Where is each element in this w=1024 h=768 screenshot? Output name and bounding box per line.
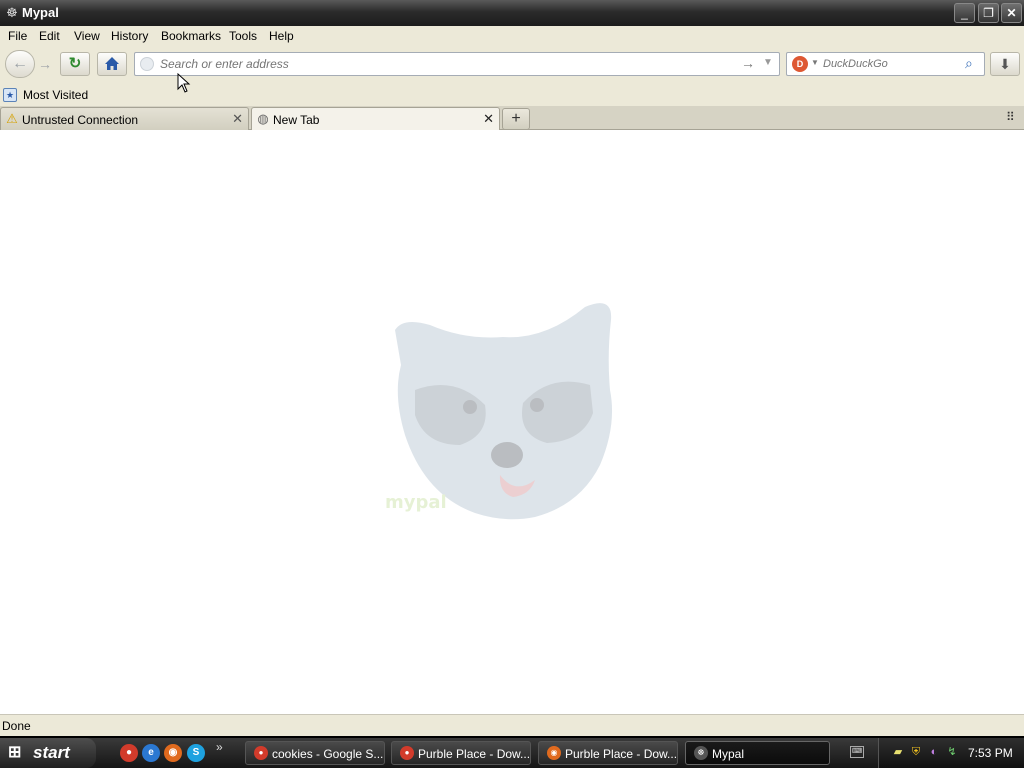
tab-close-icon[interactable]: ✕ xyxy=(483,111,494,127)
bookmark-most-visited[interactable]: ★ Most Visited xyxy=(3,87,88,103)
menu-help[interactable]: Help xyxy=(269,29,294,43)
mypal-logo-icon: ☸ xyxy=(6,5,18,20)
menu-bookmarks[interactable]: Bookmarks xyxy=(161,29,221,43)
chrome-icon: ● xyxy=(400,746,414,760)
keyboard-icon[interactable]: ⌨ xyxy=(850,746,864,758)
raccoon-logo: mypal xyxy=(385,303,613,520)
taskbar-item-cookies[interactable]: ● cookies - Google S... xyxy=(245,741,385,765)
back-button[interactable]: ← xyxy=(5,50,35,78)
tab-close-icon[interactable]: ✕ xyxy=(232,111,243,127)
plus-icon: + xyxy=(511,110,521,127)
chrome-icon: ● xyxy=(254,746,268,760)
go-arrow-icon[interactable]: → xyxy=(741,55,755,71)
close-button[interactable]: ✕ xyxy=(1001,3,1022,23)
back-arrow-icon: ← xyxy=(12,55,28,72)
windows-flag-icon: ⊞ xyxy=(8,744,22,761)
menu-view[interactable]: View xyxy=(74,29,100,43)
mypal-icon: ☸ xyxy=(694,746,708,760)
reload-icon: ↻ xyxy=(68,55,82,72)
shield-icon[interactable]: ⛨ xyxy=(909,745,923,759)
system-tray: ▰ ⛨ ◐ ↯ 7:53 PM xyxy=(878,738,1024,768)
bookmark-label: Most Visited xyxy=(23,88,89,102)
ie-icon[interactable]: e xyxy=(142,744,160,762)
tab-label: Untrusted Connection xyxy=(22,113,139,127)
window-title: Mypal xyxy=(22,5,59,20)
task-label: Purble Place - Dow... xyxy=(565,747,678,761)
globe-icon: ◍ xyxy=(257,111,269,126)
network-icon[interactable]: ◐ xyxy=(927,745,941,759)
address-bar[interactable]: → ▼ xyxy=(134,52,780,76)
quicklaunch-chevron-icon[interactable]: » xyxy=(216,740,223,754)
history-dropdown-icon[interactable]: ▼ xyxy=(763,57,773,68)
start-button[interactable]: ⊞ start xyxy=(0,738,96,768)
menu-file[interactable]: File xyxy=(8,29,27,43)
search-icon[interactable]: ⌕ xyxy=(965,55,973,72)
svg-text:mypal: mypal xyxy=(385,492,447,513)
address-input[interactable] xyxy=(160,56,735,72)
taskbar-item-purble-firefox[interactable]: ◉ Purble Place - Dow... xyxy=(538,741,678,765)
tab-label: New Tab xyxy=(273,113,320,127)
status-text: Done xyxy=(2,719,31,733)
download-arrow-icon: ⬇ xyxy=(999,56,1011,72)
search-bar[interactable]: D ▼ ⌕ xyxy=(786,52,985,76)
warning-icon: ⚠ xyxy=(6,111,18,126)
menu-edit[interactable]: Edit xyxy=(39,29,60,43)
minimize-button[interactable]: _ xyxy=(954,3,975,23)
update-icon[interactable]: ↯ xyxy=(945,745,959,759)
clock[interactable]: 7:53 PM xyxy=(968,746,1013,760)
title-bar: ☸ Mypal _ ❐ ✕ xyxy=(0,0,1024,26)
site-identity-icon[interactable] xyxy=(140,57,154,71)
firefox-icon: ◉ xyxy=(547,746,561,760)
bookmarks-toolbar: ★ Most Visited xyxy=(0,84,1024,106)
new-tab-button[interactable]: + xyxy=(502,108,530,130)
taskbar: ⊞ start ● e ◉ S » ● cookies - Google S..… xyxy=(0,738,1024,768)
start-label: start xyxy=(33,743,70,762)
skype-icon[interactable]: S xyxy=(187,744,205,762)
forward-arrow-icon: → xyxy=(38,56,52,72)
firefox-icon[interactable]: ◉ xyxy=(164,744,182,762)
mouse-cursor-icon xyxy=(177,73,191,93)
search-input[interactable] xyxy=(823,56,963,72)
forward-button[interactable]: → xyxy=(34,54,56,74)
page-content: mypal xyxy=(0,130,1024,714)
task-label: Mypal xyxy=(712,747,745,761)
restore-button[interactable]: ❐ xyxy=(978,3,999,23)
taskbar-item-mypal[interactable]: ☸ Mypal xyxy=(685,741,830,765)
notes-icon[interactable]: ▰ xyxy=(891,745,905,759)
duckduckgo-icon[interactable]: D xyxy=(792,56,808,72)
status-bar: Done xyxy=(0,714,1024,736)
menu-bar: File Edit View History Bookmarks Tools H… xyxy=(0,26,1024,46)
task-label: cookies - Google S... xyxy=(272,747,384,761)
tab-untrusted-connection[interactable]: ⚠ Untrusted Connection ✕ xyxy=(0,107,249,130)
home-icon xyxy=(105,57,119,70)
downloads-button[interactable]: ⬇ xyxy=(990,52,1020,76)
home-button[interactable] xyxy=(97,52,127,76)
task-label: Purble Place - Dow... xyxy=(418,747,531,761)
menu-tools[interactable]: Tools xyxy=(229,29,257,43)
bookmark-folder-icon: ★ xyxy=(3,88,17,102)
chrome-icon[interactable]: ● xyxy=(120,744,138,762)
tab-strip: ⚠ Untrusted Connection ✕ ◍ New Tab ✕ + ⠿ xyxy=(0,106,1024,131)
tab-new-tab[interactable]: ◍ New Tab ✕ xyxy=(251,107,500,131)
tab-grid-icon[interactable]: ⠿ xyxy=(1006,110,1020,124)
engine-dropdown-icon[interactable]: ▼ xyxy=(811,58,819,67)
taskbar-item-purble-chrome[interactable]: ● Purble Place - Dow... xyxy=(391,741,531,765)
menu-history[interactable]: History xyxy=(111,29,148,43)
reload-button[interactable]: ↻ xyxy=(60,52,90,76)
navigation-toolbar: ← → ↻ → ▼ D ▼ ⌕ ⬇ xyxy=(0,46,1024,84)
